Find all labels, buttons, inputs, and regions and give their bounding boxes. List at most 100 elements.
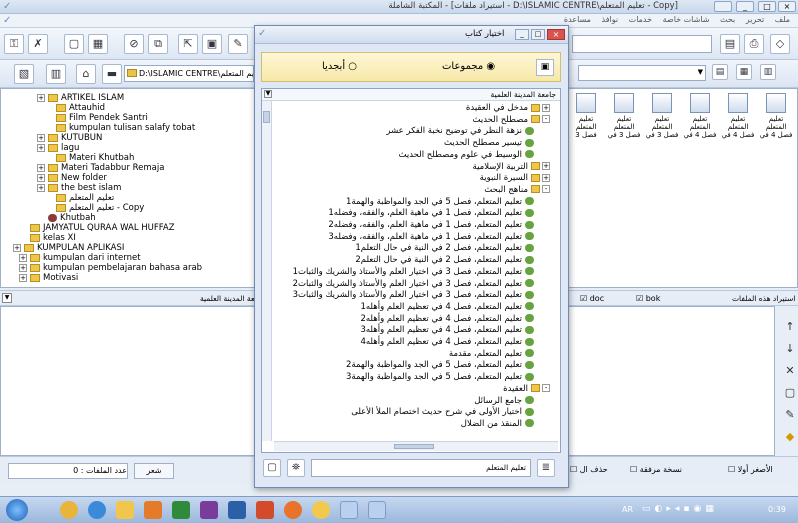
path-field[interactable]: D:\ISLAMIC CENTRE\تعليم المتعلم	[124, 65, 254, 82]
tree-item[interactable]: JAMYATUL QURAA WAL HUFFAZ	[19, 223, 175, 233]
alphabetical-radio[interactable]: ○ أبجديا	[322, 61, 357, 72]
menu-edit[interactable]: تحرير	[746, 15, 764, 24]
expand-icon[interactable]: -	[542, 384, 550, 393]
image-icon[interactable]: ▧	[14, 64, 34, 84]
tree-item[interactable]: Khutbah	[37, 213, 96, 223]
book-tree-item[interactable]: المنقذ من الضلال	[461, 419, 534, 429]
copy-checkbox[interactable]: ☐ نسخة مرفقة	[630, 465, 682, 474]
horizontal-scrollbar[interactable]	[274, 441, 558, 451]
expand-icon[interactable]: +	[37, 173, 45, 182]
move-down-icon[interactable]: ↓	[782, 342, 798, 360]
book-tree-item[interactable]: نزهة النظر في توضيح نخبة الفكر عشر	[386, 126, 534, 136]
page-icon[interactable]: ▢	[782, 386, 798, 404]
book-tree-item[interactable]: تعليم المتعلم، فصل 3 في اختيار العلم وال…	[293, 290, 534, 300]
tree-item[interactable]: + Motivasi	[19, 273, 78, 283]
file-item[interactable]: تعليم المتعلم فصل 3 في	[607, 93, 641, 139]
excel-icon[interactable]	[172, 501, 190, 519]
explorer-icon[interactable]	[116, 501, 134, 519]
file-item[interactable]: تعليم المتعلم فصل 3 في	[645, 93, 679, 139]
delete-checkbox[interactable]: ☐ حذف ال	[570, 465, 608, 474]
menu-file[interactable]: ملف	[775, 15, 790, 24]
book-tree-item[interactable]: تعليم المتعلم، فصل 1 في ماهية العلم، وال…	[328, 208, 534, 218]
book-tree-item[interactable]: - مصطلح الحديث	[472, 115, 550, 125]
file-list[interactable]: تعليم المتعلم فصل 4 في تعليم المتعلم فصل 4 …	[565, 88, 798, 288]
dialog-minimize-button[interactable]: _	[515, 29, 529, 40]
book-search-field[interactable]: تعليم المتعلم	[311, 459, 531, 477]
collapse-icon[interactable]: ▼	[264, 90, 272, 98]
book-tree-item[interactable]: الوسيط في علوم ومصطلح الحديث	[398, 150, 534, 160]
menu-help[interactable]: مساعدة	[564, 15, 591, 24]
expand-icon[interactable]: +	[542, 173, 550, 182]
book-tree-item[interactable]: اختيار الأولى في شرح حديث اختصام الملأ ا…	[351, 407, 534, 417]
book-tree-item[interactable]: تعليم المتعلم، فصل 4 في تعظيم العلم وأهل…	[360, 337, 534, 347]
view-list-icon[interactable]: ▤	[712, 64, 728, 80]
book-tree-item[interactable]: تعليم المتعلم، فصل 5 في الجد والمواظبة و…	[346, 372, 534, 382]
tree-item[interactable]: تعليم المتعلم - Copy	[45, 203, 144, 213]
shamela2-task-icon[interactable]	[368, 501, 386, 519]
poetry-button[interactable]: شعر	[134, 463, 174, 479]
help-button[interactable]	[714, 1, 732, 12]
key-icon[interactable]: ⚿	[4, 34, 24, 54]
list-icon[interactable]: ≣	[537, 459, 555, 477]
book-tree[interactable]: ▼ جامعة المدينة العلمية + مدخل في العقيدة…	[261, 88, 561, 453]
menu-search[interactable]: بحث	[720, 15, 735, 24]
expand-icon[interactable]: +	[37, 183, 45, 192]
powerpoint-icon[interactable]	[256, 501, 274, 519]
menu-screens[interactable]: شاشات خاصة	[663, 15, 710, 24]
close-button[interactable]: ×	[778, 1, 796, 12]
expand-icon[interactable]: +	[19, 263, 27, 272]
import-icon[interactable]: ◆	[782, 430, 798, 448]
tree-item[interactable]: + lagu	[37, 143, 79, 153]
tree-item[interactable]: + Materi Tadabbur Remaja	[37, 163, 164, 173]
expand-icon[interactable]: +	[37, 93, 45, 102]
maximize-button[interactable]: □	[758, 1, 776, 12]
page-icon[interactable]: ▢	[263, 459, 281, 477]
start-button[interactable]	[6, 499, 28, 521]
tree-item[interactable]: Film Pendek Santri	[45, 113, 148, 123]
menu-services[interactable]: خدمات	[629, 15, 652, 24]
grid-icon[interactable]: ▦	[88, 34, 108, 54]
book-icon[interactable]: ▥	[46, 64, 66, 84]
tree-item[interactable]: + kumpulan dari internet	[19, 253, 141, 263]
view-combo[interactable]	[578, 65, 706, 81]
book-tree-item[interactable]: تعليم المتعلم، فصل 4 في تعظيم العلم وأهل…	[360, 302, 534, 312]
book-tree-item[interactable]: تعليم المتعلم، فصل 5 في الجد والمواظبة و…	[346, 360, 534, 370]
language-indicator[interactable]: AR	[622, 505, 633, 514]
expand-icon[interactable]: +	[542, 162, 550, 170]
ie-icon[interactable]	[88, 501, 106, 519]
tree-item[interactable]: kelas XI	[19, 233, 76, 243]
tree-item[interactable]: + KUMPULAN APLIKASI	[13, 243, 124, 253]
expand-icon[interactable]: -	[542, 185, 550, 194]
book-tree-item[interactable]: تعليم المتعلم، فصل 1 في ماهية العلم، وال…	[328, 232, 534, 242]
firefox-icon[interactable]	[284, 501, 302, 519]
book-tree-item[interactable]: تيسير مصطلح الحديث	[444, 138, 534, 148]
book-tree-item[interactable]: + التربية الإسلامية	[473, 162, 550, 172]
book-tree-item[interactable]: تعليم المتعلم، مقدمة	[449, 349, 534, 359]
book-tree-item[interactable]: جامع الرسائل	[474, 396, 534, 406]
expand-icon[interactable]: +	[37, 133, 45, 142]
picture-icon[interactable]: ▣	[202, 34, 222, 54]
file-item[interactable]: تعليم المتعلم فصل 3	[569, 93, 603, 139]
tree-item[interactable]: + New folder	[37, 173, 107, 183]
expand-icon[interactable]: +	[19, 273, 27, 282]
attach-icon[interactable]: ⊘	[124, 34, 144, 54]
vertical-scrollbar[interactable]	[262, 101, 272, 441]
clipboard-icon[interactable]: ▤	[720, 34, 740, 54]
tree-item[interactable]: + ARTIKEL ISLAM	[37, 93, 124, 103]
tree-item[interactable]: + KUTUBUN	[37, 133, 102, 143]
book-tree-item[interactable]: تعليم المتعلم، فصل 5 في الجد والمواظبة و…	[346, 197, 534, 207]
view-icons-icon[interactable]: ▦	[736, 64, 752, 80]
book-tree-item[interactable]: + مدخل في العقيدة	[466, 103, 550, 113]
book-tree-item[interactable]: تعليم المتعلم، فصل 1 في ماهية العلم، وال…	[328, 220, 534, 230]
expand-icon[interactable]: +	[19, 253, 27, 262]
print-icon[interactable]: ⎙	[744, 34, 764, 54]
book-tree-item[interactable]: تعليم المتعلم، فصل 2 في النية في حال الت…	[355, 243, 534, 253]
binoculars-icon[interactable]: ⛯	[287, 459, 305, 477]
tree-item[interactable]: تعليم المتعلم	[45, 193, 114, 203]
file-item[interactable]: تعليم المتعلم فصل 4 في	[721, 93, 755, 139]
tree-item[interactable]: Materi Khutbah	[45, 153, 134, 163]
expand-icon[interactable]: +	[542, 103, 550, 112]
delete-icon[interactable]: ✕	[782, 364, 798, 382]
apply-icon[interactable]: ▣	[536, 59, 554, 76]
doc-checkbox[interactable]: ☑ doc	[580, 294, 604, 303]
